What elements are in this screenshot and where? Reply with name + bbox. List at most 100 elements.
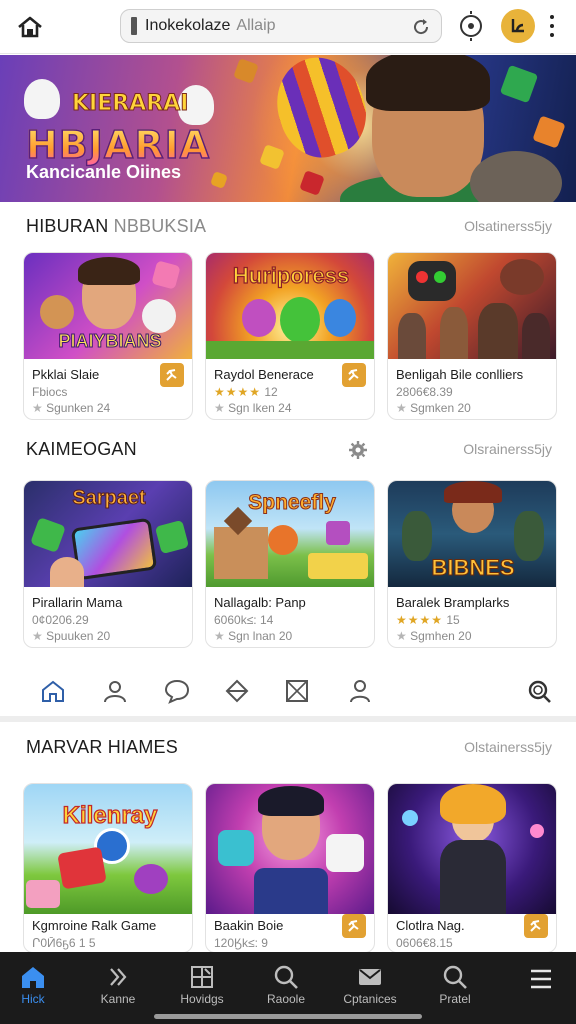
game-card[interactable]: Baakin Boie 120Ӄk≤: 9 — [205, 783, 375, 953]
star-icon: ★ — [32, 629, 43, 643]
nav-label: Raoole — [266, 992, 306, 1006]
chevrons-icon — [110, 968, 127, 986]
runner-icon — [530, 920, 541, 932]
home-indicator[interactable] — [154, 1014, 422, 1019]
hero-gem-art — [499, 64, 539, 104]
nav-label: Kanne — [100, 992, 136, 1006]
game-meta: 0606€8.15 — [396, 936, 453, 950]
game-meta: 0¢0206.29 — [32, 613, 89, 627]
game-rating: ★ Spuuken 20 — [32, 629, 110, 643]
profile-button[interactable] — [501, 9, 535, 43]
nav-item-menu[interactable] — [503, 958, 576, 1010]
game-card[interactable]: Kilenray Kgmroine Ralk Game Ր0Ӣ6ҕ6 1 5 — [23, 783, 193, 953]
game-rating-text: Sgmhen 20 — [410, 629, 472, 643]
game-meta: 6060k≤: 14 — [214, 613, 274, 627]
install-badge[interactable] — [342, 363, 366, 387]
game-title: Pkklai Slaie — [32, 367, 100, 382]
hero-gem-art — [210, 171, 228, 189]
see-all-link[interactable]: Olstainerss5jy — [464, 739, 552, 755]
install-badge[interactable] — [524, 914, 548, 938]
nav-item-kanne[interactable]: Kanne — [80, 958, 156, 1010]
search-icon[interactable] — [526, 678, 552, 704]
extension-icon[interactable] — [456, 11, 486, 41]
nav-label: Hovidgs — [180, 992, 224, 1006]
section-title: KAIMEOGAN — [26, 439, 137, 459]
game-card[interactable]: Clotlra Nag. 0606€8.15 — [387, 783, 557, 953]
star-icon: ★ — [32, 401, 43, 415]
runner-icon — [348, 920, 359, 932]
thumbnail-title: PIAIYBIANS — [58, 331, 162, 352]
see-all-link[interactable]: Olsrainerss5jy — [463, 441, 552, 457]
game-thumbnail — [388, 784, 556, 914]
nav-label: Cptanices — [343, 992, 397, 1006]
game-thumbnail: Huriporess — [206, 253, 374, 359]
game-title: Raydol Benerace — [214, 367, 314, 382]
game-title: Benligah Bile conlliers — [396, 367, 524, 382]
section-title: HIBURAN NBBUKSIA — [26, 216, 206, 237]
game-title: Baralek Bramplarks — [396, 595, 510, 610]
quick-icon-row — [0, 670, 576, 712]
star-icon: ★ — [214, 629, 225, 643]
home-button[interactable] — [14, 12, 46, 42]
nav-item-home[interactable]: Hick — [0, 958, 71, 1010]
section-title-muted: NBBUKSIA — [113, 216, 207, 236]
install-badge[interactable] — [160, 363, 184, 387]
search-icon — [443, 965, 467, 989]
thumbnail-title: BIBNES — [431, 555, 515, 581]
nav-item-hovidgs[interactable]: Hovidgs — [164, 958, 240, 1010]
game-thumbnail — [206, 784, 374, 914]
game-meta: ★★★★ 12 — [214, 385, 278, 399]
hero-character-hair — [366, 55, 490, 111]
game-meta: Fbiocs — [32, 385, 68, 399]
hero-gem-art — [233, 58, 259, 84]
hero-gem-art — [532, 115, 566, 149]
game-card[interactable]: Huriporess Raydol Benerace ★★★★ 12 ★ Sgn… — [205, 252, 375, 420]
game-card[interactable]: Benligah Bile conlliers 2806€8.39 ★ Sgmk… — [387, 252, 557, 420]
hamburger-icon — [531, 969, 551, 989]
diamond-icon[interactable] — [224, 678, 250, 704]
rating-count: 12 — [264, 385, 278, 399]
game-rating: ★ Sgmhen 20 — [396, 629, 472, 643]
url-text: Inokekolaze — [145, 17, 231, 34]
person-icon[interactable] — [347, 678, 373, 704]
nav-item-pratel[interactable]: Pratel — [417, 958, 493, 1010]
chat-icon[interactable] — [164, 678, 190, 704]
hero-title: HBJARIA — [25, 122, 211, 168]
game-meta: 2806€8.39 — [396, 385, 453, 399]
game-thumbnail: Spneefly — [206, 481, 374, 587]
game-meta: 120Ӄk≤: 9 — [214, 936, 268, 950]
install-badge[interactable] — [342, 914, 366, 938]
section-header: MARVAR HIAMES Olstainerss5jy — [0, 728, 576, 768]
game-rating-text: Sgn lken 24 — [228, 401, 292, 415]
thumbnail-title: Kilenray — [62, 801, 158, 829]
user-icon[interactable] — [102, 678, 128, 704]
nav-item-cptanices[interactable]: Cptanices — [332, 958, 408, 1010]
gear-icon[interactable] — [348, 440, 368, 460]
home-outline-icon[interactable] — [40, 678, 66, 704]
url-subtext: Allaip — [236, 17, 276, 34]
hero-subtitle: Kancicanle Oiines — [26, 162, 182, 182]
game-rating: ★ Sgn lnan 20 — [214, 629, 292, 643]
runner-icon — [166, 369, 177, 381]
address-bar[interactable]: Inokekolaze Allaip — [120, 9, 442, 43]
game-card[interactable]: Sarpaet Pirallarin Mama 0¢0206.29 ★ Spuu… — [23, 480, 193, 648]
game-rating-text: Spuuken 20 — [46, 629, 111, 643]
nav-item-raoole[interactable]: Raoole — [248, 958, 324, 1010]
star-icon: ★ — [396, 401, 407, 415]
star-icon: ★ — [396, 629, 407, 643]
game-rating-text: Sgmken 20 — [410, 401, 471, 415]
see-all-link[interactable]: Olsatinerss5jy — [464, 218, 552, 234]
menu-dots-icon[interactable] — [545, 12, 559, 40]
game-meta: Ր0Ӣ6ҕ6 1 5 — [32, 936, 96, 950]
frame-icon[interactable] — [284, 678, 310, 704]
game-card[interactable]: BIBNES Baralek Bramplarks ★★★★ 15 ★ Sgmh… — [387, 480, 557, 648]
thumbnail-title: Huriporess — [232, 262, 350, 288]
section-header: HIBURAN NBBUKSIA Olsatinerss5jy — [0, 207, 576, 247]
game-rating: ★ Sgunken 24 — [32, 401, 110, 415]
game-thumbnail: PIAIYBIANS — [24, 253, 192, 359]
star-icon: ★ — [214, 401, 225, 415]
game-card[interactable]: Spneefly Nallagalb: Panp 6060k≤: 14 ★ Sg… — [205, 480, 375, 648]
game-card[interactable]: PIAIYBIANS Pkklai Slaie Fbiocs ★ Sgunken… — [23, 252, 193, 420]
reload-icon[interactable] — [411, 17, 431, 37]
star-rating: ★★★★ — [396, 613, 444, 627]
